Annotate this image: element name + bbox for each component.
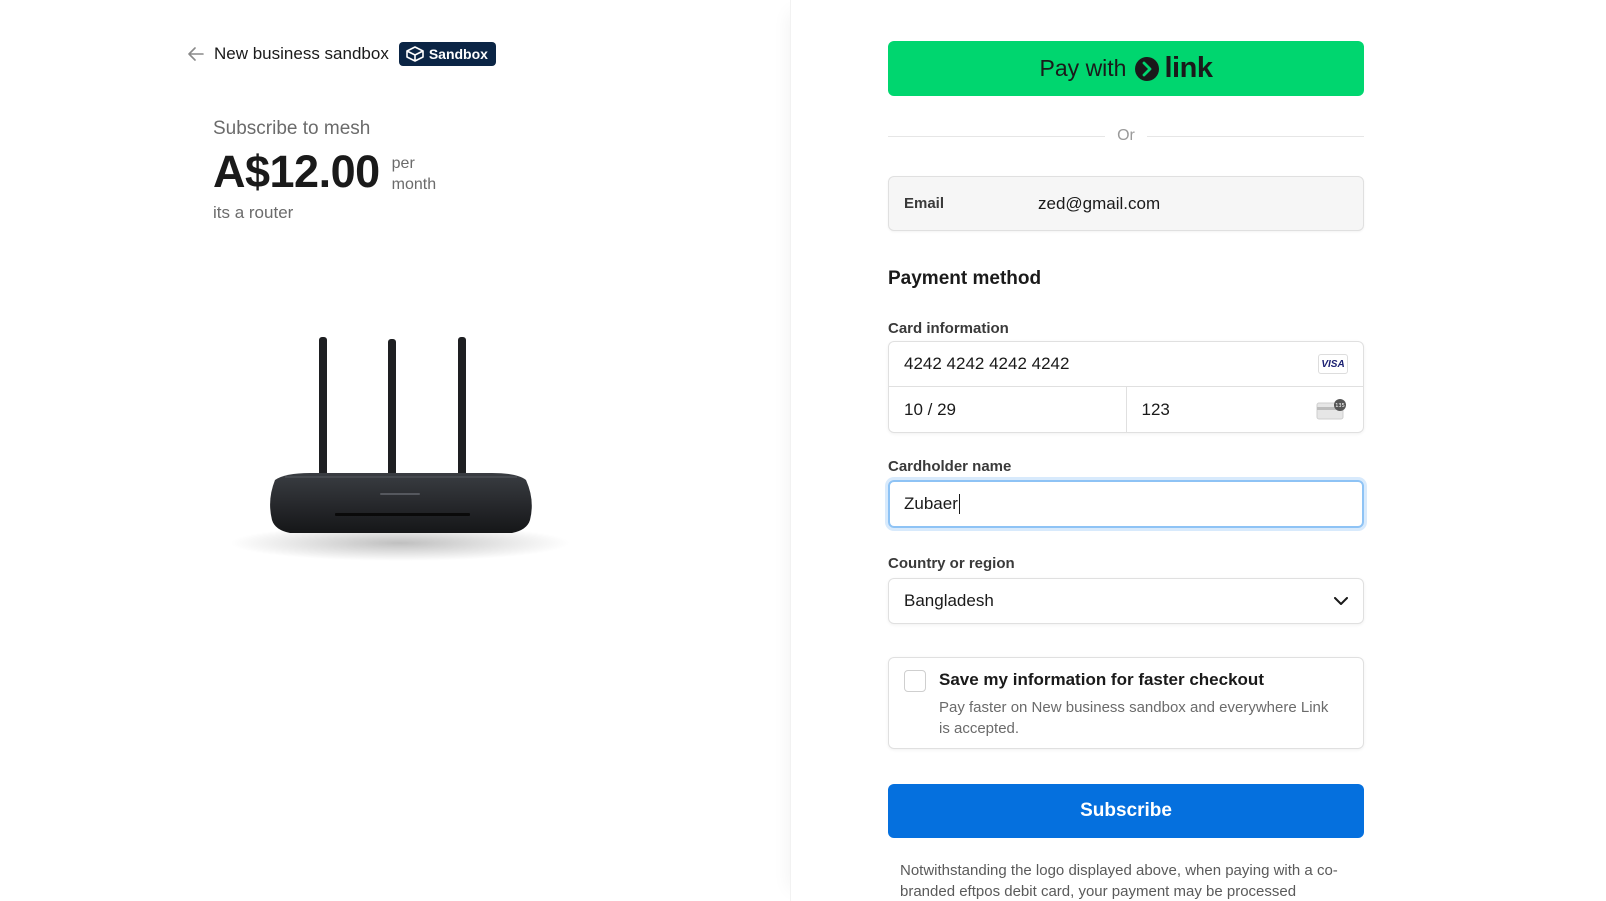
text-caret	[958, 494, 960, 514]
cardholder-label: Cardholder name	[888, 458, 1012, 475]
or-text: Or	[1117, 127, 1135, 144]
country-select[interactable]: Bangladesh	[888, 578, 1364, 624]
or-divider: Or	[888, 126, 1364, 146]
product-price: A$12.00	[213, 146, 380, 197]
sandbox-box-icon	[406, 46, 424, 62]
subscribe-button[interactable]: Subscribe	[888, 784, 1364, 838]
card-number-field[interactable]: 4242 4242 4242 4242 VISA	[889, 342, 1363, 387]
svg-text:135: 135	[1335, 403, 1345, 409]
save-info-title: Save my information for faster checkout	[939, 670, 1264, 689]
divider-line-left	[888, 135, 1106, 137]
order-summary-panel: New business sandbox Sandbox Subscribe t…	[0, 0, 790, 901]
sandbox-badge: Sandbox	[398, 42, 496, 66]
product-title: Subscribe to mesh	[213, 118, 371, 139]
link-brand: link	[1164, 52, 1213, 84]
back-button[interactable]	[186, 44, 206, 64]
card-info-label: Card information	[888, 320, 1009, 337]
pay-with-link-button[interactable]: Pay with link	[888, 41, 1364, 96]
save-info-checkbox[interactable]	[904, 670, 926, 692]
visa-icon: VISA	[1318, 354, 1348, 374]
chevron-down-icon	[1334, 596, 1348, 605]
divider-line-right	[1146, 135, 1364, 137]
sandbox-badge-label: Sandbox	[428, 46, 488, 62]
cardholder-name-input[interactable]: Zubaer	[888, 480, 1364, 528]
eftpos-disclaimer: Notwithstanding the logo displayed above…	[900, 862, 1338, 900]
billing-period-per: per	[391, 155, 415, 172]
product-image	[230, 337, 570, 561]
save-info-description: Pay faster on New business sandbox and e…	[939, 699, 1329, 737]
link-chevron-icon	[1135, 56, 1160, 81]
country-label: Country or region	[888, 555, 1015, 572]
merchant-name: New business sandbox	[214, 44, 389, 63]
product-description: its a router	[213, 203, 294, 222]
cvc-card-icon: 135	[1316, 398, 1346, 419]
card-cvc-field[interactable]: 123 135	[1125, 387, 1364, 432]
email-value: zed@gmail.com	[1038, 193, 1161, 213]
payment-method-title: Payment method	[888, 268, 1042, 289]
card-expiry-field[interactable]: 10 / 29	[889, 387, 1126, 432]
arrow-left-icon	[188, 47, 204, 61]
card-number-value: 4242 4242 4242 4242	[904, 354, 1070, 373]
card-information-group: 4242 4242 4242 4242 VISA 10 / 29 123 135	[888, 341, 1364, 433]
card-expiry-value: 10 / 29	[904, 399, 956, 419]
billing-period: per month	[392, 153, 436, 195]
billing-period-unit: month	[391, 176, 437, 193]
card-cvc-value: 123	[1141, 399, 1170, 419]
pay-with-label: Pay with	[1039, 55, 1127, 81]
save-info-box: Save my information for faster checkout …	[888, 657, 1364, 749]
country-value: Bangladesh	[904, 591, 994, 610]
cardholder-name-value: Zubaer	[904, 494, 958, 513]
price-row: A$12.00 per month	[213, 148, 436, 196]
email-label: Email	[904, 195, 945, 212]
email-field[interactable]: Email zed@gmail.com	[888, 176, 1364, 231]
merchant-header: New business sandbox Sandbox	[186, 40, 496, 68]
